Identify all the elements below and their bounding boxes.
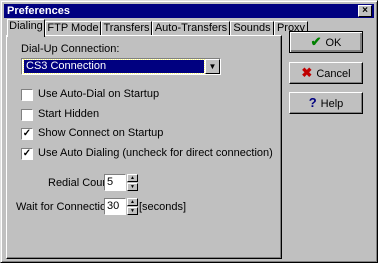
ok-button-label: OK <box>325 37 342 49</box>
x-mark-icon: ✖ <box>301 65 313 80</box>
help-button-label: Help <box>320 98 344 110</box>
tab-ftp-mode[interactable]: FTP Mode <box>45 21 101 36</box>
start-hidden-checkbox[interactable] <box>21 109 33 121</box>
tab-dialing[interactable]: Dialing <box>7 19 45 37</box>
auto-dial-startup-label: Use Auto-Dial on Startup <box>38 88 160 100</box>
dial-up-connection-label: Dial-Up Connection: <box>21 43 120 55</box>
start-hidden-label: Start Hidden <box>38 108 100 120</box>
wait-for-connection-down-button[interactable]: ▼ <box>127 207 138 215</box>
wait-for-connection-up-button[interactable]: ▲ <box>127 198 138 206</box>
redial-count-down-button[interactable]: ▼ <box>127 183 138 191</box>
tab-sounds[interactable]: Sounds <box>230 21 274 36</box>
tab-transfers[interactable]: Transfers <box>101 21 152 36</box>
tab-auto-transfers[interactable]: Auto-Transfers <box>152 21 230 36</box>
close-button[interactable]: × <box>358 5 372 17</box>
question-mark-icon: ? <box>308 95 317 110</box>
chevron-down-icon[interactable]: ▼ <box>205 59 220 74</box>
preferences-dialog: Preferences × Dialing FTP Mode Transfers… <box>0 0 378 263</box>
window-title: Preferences <box>7 5 70 17</box>
dial-up-connection-value: CS3 Connection <box>23 59 205 74</box>
wait-unit-label: [seconds] <box>139 201 187 213</box>
cancel-button[interactable]: ✖ Cancel <box>289 62 363 84</box>
wait-for-connection-label: Wait for Connection : <box>16 201 119 213</box>
redial-count-up-button[interactable]: ▲ <box>127 174 138 182</box>
dialing-panel: Dial-Up Connection: CS3 Connection ▼ Use… <box>6 35 282 259</box>
auto-dial-startup-checkbox[interactable] <box>21 89 33 101</box>
wait-for-connection-input[interactable]: 30 <box>104 198 126 215</box>
show-connect-startup-label: Show Connect on Startup <box>38 127 164 139</box>
redial-count-input[interactable]: 5 <box>104 174 126 191</box>
cancel-button-label: Cancel <box>316 68 351 80</box>
title-bar[interactable]: Preferences × <box>4 4 374 18</box>
use-auto-dialing-label: Use Auto Dialing (uncheck for direct con… <box>38 147 273 159</box>
use-auto-dialing-checkbox[interactable]: ✓ <box>21 148 33 160</box>
show-connect-startup-checkbox[interactable]: ✓ <box>21 128 33 140</box>
help-button[interactable]: ? Help <box>289 92 363 114</box>
dial-up-connection-select[interactable]: CS3 Connection ▼ <box>21 58 221 75</box>
checkmark-icon: ✔ <box>310 34 322 49</box>
ok-button[interactable]: ✔ OK <box>289 31 363 53</box>
